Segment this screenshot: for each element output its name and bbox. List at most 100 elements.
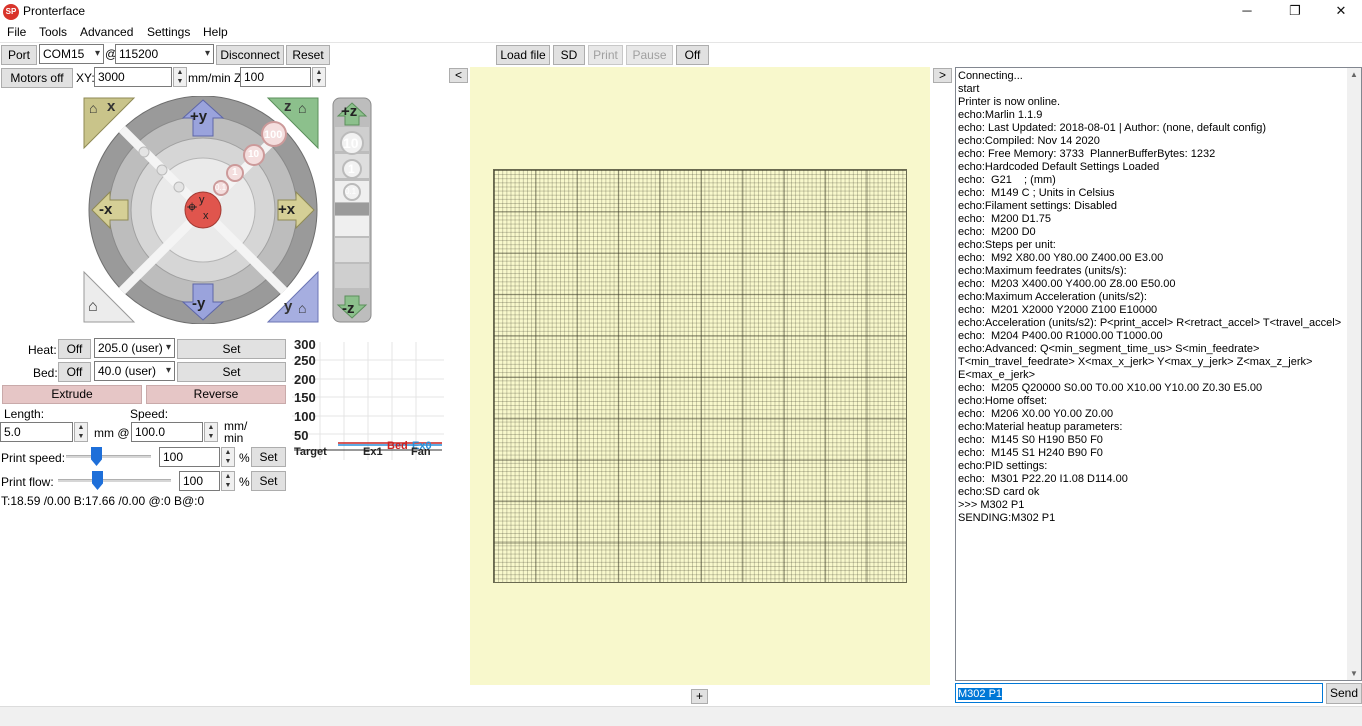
print-speed-stepper[interactable]: ▲ ▼ <box>221 447 235 467</box>
print-flow-stepper[interactable]: ▲ ▼ <box>221 471 235 491</box>
log-line: echo: M200 D0 <box>958 226 1036 238</box>
z-jog-control[interactable] <box>332 97 372 323</box>
plus-x-label: +x <box>278 201 296 218</box>
print-flow-slider-track[interactable] <box>58 479 171 482</box>
home-y-label: y <box>284 298 293 315</box>
log-line: echo: M145 S1 H240 B90 F0 <box>958 447 1103 459</box>
mm-at-label: mm @ <box>94 426 130 440</box>
home-z-label: z <box>284 98 292 115</box>
disconnect-button[interactable]: Disconnect <box>216 45 284 65</box>
log-line: echo:Steps per unit: <box>958 239 1056 251</box>
graph-y-label-200: 200 <box>294 372 316 387</box>
log-line: start <box>958 83 980 95</box>
send-button[interactable]: Send <box>1326 683 1362 704</box>
heat-set-button[interactable]: Set <box>177 339 286 359</box>
log-line: echo: Free Memory: 3733 PlannerBufferByt… <box>958 148 1216 160</box>
print-flow-input[interactable]: 100 <box>179 471 220 491</box>
xy-feedrate-stepper[interactable]: ▲ ▼ <box>173 67 187 87</box>
sd-button[interactable]: SD <box>553 45 585 65</box>
pause-button[interactable]: Pause <box>626 45 673 65</box>
heat-temp-select[interactable]: 205.0 (user) ▾ <box>94 338 175 358</box>
log-line: echo:Compiled: Nov 14 2020 <box>958 135 1100 147</box>
print-speed-slider-thumb[interactable] <box>91 447 102 466</box>
heat-off-button[interactable]: Off <box>58 339 91 359</box>
print-speed-slider-track[interactable] <box>66 455 151 458</box>
log-scrollbar[interactable]: ▲ ▼ <box>1347 68 1361 680</box>
log-line: >>> M302 P1 <box>958 499 1025 511</box>
print-flow-set-button[interactable]: Set <box>251 471 286 491</box>
log-line: echo: M200 D1.75 <box>958 213 1051 225</box>
bed-temp-select[interactable]: 40.0 (user) ▾ <box>94 361 175 381</box>
reset-button[interactable]: Reset <box>286 45 330 65</box>
log-line: echo:Acceleration (units/s2): P<print_ac… <box>958 317 1342 329</box>
log-line: echo:Marlin 1.1.9 <box>958 109 1043 121</box>
minimize-icon[interactable]: ─ <box>1224 0 1270 23</box>
speed-stepper[interactable]: ▲ ▼ <box>204 422 218 442</box>
port-select[interactable]: COM15 ▾ <box>39 44 104 64</box>
reverse-button[interactable]: Reverse <box>146 385 286 404</box>
extrude-button[interactable]: Extrude <box>2 385 142 404</box>
baud-select[interactable]: 115200 ▾ <box>115 44 214 64</box>
print-flow-percent: % <box>239 475 250 489</box>
graph-y-label-50: 50 <box>294 428 309 443</box>
load-file-button[interactable]: Load file <box>496 45 550 65</box>
console-log[interactable]: Connecting... start Printer is now online.… <box>955 67 1362 681</box>
print-button[interactable]: Print <box>588 45 623 65</box>
home-icon: ⌂ <box>298 100 307 116</box>
print-speed-set-button[interactable]: Set <box>251 447 286 467</box>
step-10-label: 10 <box>248 149 260 160</box>
build-plate-grid[interactable] <box>493 169 907 583</box>
z-feedrate-stepper[interactable]: ▲ ▼ <box>312 67 326 87</box>
graph-legend-bed: Bed <box>387 440 408 452</box>
step-01-label: 0.1 <box>215 183 227 192</box>
length-stepper[interactable]: ▲ ▼ <box>74 422 88 442</box>
print-speed-percent: % <box>239 451 250 465</box>
speed-label: Speed: <box>130 407 169 421</box>
log-line: echo:Maximum Acceleration (units/s2): <box>958 291 1147 303</box>
z-plus-label: +z <box>341 103 358 120</box>
menu-file[interactable]: File <box>7 25 26 39</box>
log-line: echo:Maximum feedrates (units/s): <box>958 265 1127 277</box>
chevron-down-icon: ▾ <box>204 48 210 59</box>
collapse-right-button[interactable]: > <box>933 68 952 83</box>
port-button[interactable]: Port <box>1 45 37 65</box>
log-line: E<max_e_jerk> <box>958 369 1036 381</box>
motors-off-button[interactable]: Motors off <box>1 68 73 88</box>
print-speed-input[interactable]: 100 <box>159 447 220 467</box>
log-lines: Connecting... start Printer is now online.… <box>956 68 1361 525</box>
chevron-down-icon: ▾ <box>94 48 100 59</box>
log-line: echo: M301 P22.20 I1.08 D114.00 <box>958 473 1128 485</box>
log-line: echo: M201 X2000 Y2000 Z100 E10000 <box>958 304 1158 316</box>
z-minus-label: -z <box>342 300 355 317</box>
print-flow-slider-thumb[interactable] <box>92 471 103 490</box>
center-y-label: y <box>199 194 205 206</box>
menu-help[interactable]: Help <box>203 25 228 39</box>
log-line: echo:SD card ok <box>958 486 1040 498</box>
log-line: echo:PID settings: <box>958 460 1048 472</box>
bed-temp-value: 40.0 (user) <box>98 364 157 378</box>
menu-tools[interactable]: Tools <box>39 25 67 39</box>
menu-advanced[interactable]: Advanced <box>80 25 133 39</box>
power-off-button[interactable]: Off <box>676 45 709 65</box>
log-line: echo: M203 X400.00 Y400.00 Z8.00 E50.00 <box>958 278 1176 290</box>
speed-input[interactable]: 100.0 <box>131 422 203 442</box>
menu-settings[interactable]: Settings <box>147 25 190 39</box>
z-feedrate-input[interactable]: 100 <box>240 67 311 87</box>
add-object-button[interactable]: + <box>691 689 708 704</box>
length-input[interactable]: 5.0 <box>0 422 73 442</box>
app-logo-icon: SP <box>3 4 19 20</box>
maximize-icon[interactable]: ❐ <box>1272 0 1318 23</box>
command-input[interactable]: M302 P1 <box>955 683 1323 703</box>
log-line: echo: M205 Q20000 S0.00 T0.00 X10.00 Y10… <box>958 382 1263 394</box>
close-icon[interactable]: ✕ <box>1318 0 1362 23</box>
home-icon: ⌂ <box>298 300 307 316</box>
bed-set-button[interactable]: Set <box>177 362 286 382</box>
title-bar <box>0 0 1362 23</box>
collapse-left-button[interactable]: < <box>449 68 468 83</box>
graph-y-label-300: 300 <box>294 337 316 352</box>
xy-feedrate-input[interactable]: 3000 <box>94 67 172 87</box>
z-step-10-label: 10 <box>343 135 359 151</box>
bed-off-button[interactable]: Off <box>58 362 91 382</box>
step-100-label: 100 <box>264 129 283 141</box>
log-line: T<min_travel_feedrate> X<max_x_jerk> Y<m… <box>958 356 1313 368</box>
